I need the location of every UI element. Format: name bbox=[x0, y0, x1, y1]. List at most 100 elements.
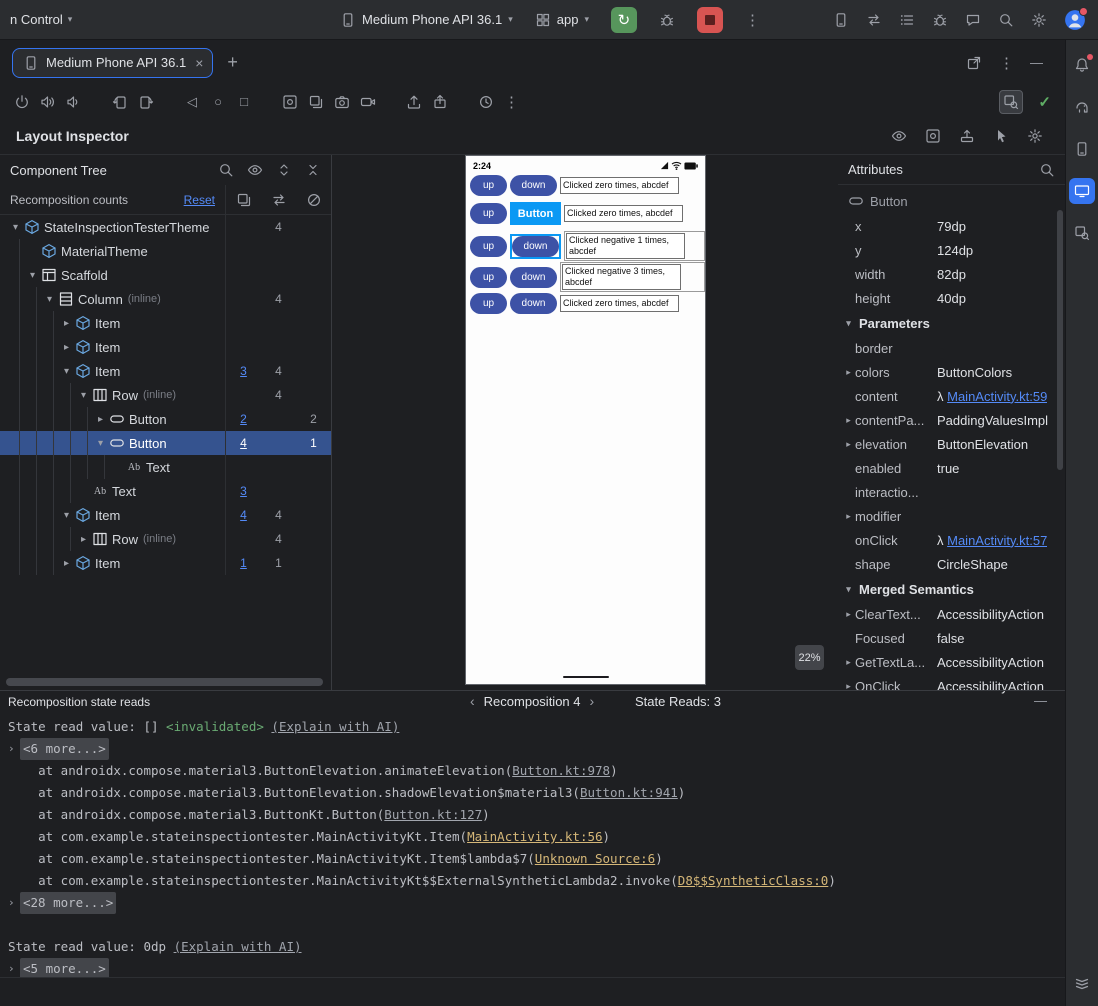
scrollbar-thumb[interactable] bbox=[6, 678, 323, 686]
expand-icon[interactable]: ▸ bbox=[842, 511, 855, 522]
tree-expander-icon[interactable]: ▾ bbox=[25, 270, 40, 281]
fold-summary[interactable]: <5 more...> bbox=[20, 958, 109, 977]
tree-node-column[interactable]: ▾ Column (inline) 4 bbox=[0, 287, 331, 311]
device-mirror-icon[interactable] bbox=[833, 12, 849, 28]
tree-node-text[interactable]: Ab Text bbox=[0, 455, 331, 479]
tree-node-stateinspectiontestertheme[interactable]: ▾ StateInspectionTesterTheme 4 bbox=[0, 215, 331, 239]
horizontal-scrollbar[interactable] bbox=[6, 678, 323, 686]
displays-icon[interactable] bbox=[308, 94, 324, 110]
more-run-options-icon[interactable]: ⋮ bbox=[745, 11, 760, 29]
up-button[interactable]: up bbox=[470, 175, 507, 196]
open-in-window-icon[interactable] bbox=[966, 55, 982, 71]
minimize-console-icon[interactable]: — bbox=[1034, 693, 1047, 708]
tree-expander-icon[interactable]: ▸ bbox=[59, 558, 74, 569]
expand-icon[interactable]: ▸ bbox=[842, 367, 855, 378]
console-link[interactable]: MainActivity.kt:56 bbox=[467, 829, 602, 844]
tree-expander-icon[interactable]: ▾ bbox=[42, 294, 57, 305]
console-link[interactable]: (Explain with AI) bbox=[271, 719, 399, 734]
tree-node-item[interactable]: ▸ Item bbox=[0, 311, 331, 335]
down-button[interactable]: down bbox=[510, 266, 557, 288]
fold-expand-icon[interactable]: › bbox=[8, 958, 20, 977]
next-recomposition-button[interactable]: › bbox=[590, 693, 595, 709]
checkmark-icon[interactable]: ✓ bbox=[1038, 93, 1051, 111]
counts-column-icon[interactable] bbox=[226, 192, 261, 208]
notifications-icon[interactable] bbox=[1069, 52, 1095, 78]
snapshot-mode-icon[interactable] bbox=[925, 128, 941, 144]
back-icon[interactable]: ◁ bbox=[184, 94, 200, 110]
down-button[interactable]: down bbox=[510, 175, 557, 196]
home-icon[interactable]: ○ bbox=[210, 94, 226, 109]
attributes-section-parameters[interactable]: ▾ Parameters bbox=[838, 310, 1065, 336]
rotate-left-icon[interactable] bbox=[112, 94, 128, 110]
attributes-scrollbar[interactable] bbox=[1057, 210, 1063, 470]
select-component-icon[interactable] bbox=[993, 128, 1009, 144]
skips-column-icon[interactable] bbox=[261, 192, 296, 208]
volume-down-icon[interactable] bbox=[66, 94, 82, 110]
add-device-tab-icon[interactable]: + bbox=[227, 52, 238, 73]
debug-button[interactable] bbox=[659, 12, 675, 28]
tree-expander-icon[interactable]: ▸ bbox=[76, 534, 91, 545]
expand-icon[interactable]: ▸ bbox=[842, 657, 855, 668]
module-selector[interactable]: app ▾ bbox=[535, 12, 589, 28]
recomposition-count-link[interactable]: 3 bbox=[226, 364, 261, 378]
tree-node-scaffold[interactable]: ▾ Scaffold bbox=[0, 263, 331, 287]
install-apk-icon[interactable] bbox=[406, 94, 422, 110]
tree-node-row[interactable]: ▾ Row (inline) 4 bbox=[0, 383, 331, 407]
tree-node-button[interactable]: ▸ Button 2 2 bbox=[0, 407, 331, 431]
live-updates-icon[interactable] bbox=[891, 128, 907, 144]
tree-expander-icon[interactable]: ▾ bbox=[8, 222, 23, 233]
expand-icon[interactable]: ▸ bbox=[842, 439, 855, 450]
source-link[interactable]: MainActivity.kt:59 bbox=[947, 389, 1047, 404]
tree-node-item[interactable]: ▸ Item 1 1 bbox=[0, 551, 331, 575]
tree-node-materialtheme[interactable]: MaterialTheme bbox=[0, 239, 331, 263]
power-icon[interactable] bbox=[14, 94, 30, 110]
tree-node-item[interactable]: ▾ Item 3 4 bbox=[0, 359, 331, 383]
screenshot-icon[interactable] bbox=[334, 94, 350, 110]
tree-expander-icon[interactable]: ▾ bbox=[76, 390, 91, 401]
reset-counts-link[interactable]: Reset bbox=[184, 193, 215, 207]
tree-node-text[interactable]: Ab Text 3 bbox=[0, 479, 331, 503]
up-button[interactable]: up bbox=[470, 293, 507, 314]
export-snapshot-icon[interactable] bbox=[959, 128, 975, 144]
sync-icon[interactable] bbox=[866, 12, 882, 28]
fold-expand-icon[interactable]: › bbox=[8, 738, 20, 760]
inspector-settings-icon[interactable] bbox=[1027, 128, 1043, 144]
expand-icon[interactable]: ▸ bbox=[842, 415, 855, 426]
console-link[interactable]: D8$$SyntheticClass:0 bbox=[678, 873, 829, 888]
down-button[interactable]: down bbox=[510, 293, 557, 314]
tree-expander-icon[interactable]: ▸ bbox=[59, 318, 74, 329]
layout-toggle-icon[interactable] bbox=[1069, 970, 1095, 996]
up-button[interactable]: up bbox=[470, 266, 507, 288]
collaborate-icon[interactable] bbox=[965, 12, 981, 28]
search-everywhere-icon[interactable] bbox=[998, 12, 1014, 28]
device-selector[interactable]: Medium Phone API 36.1 ▾ bbox=[340, 12, 513, 28]
view-options-icon[interactable] bbox=[247, 162, 263, 178]
app-inspection-icon[interactable] bbox=[1069, 220, 1095, 246]
tree-search-icon[interactable] bbox=[218, 162, 234, 178]
tree-expander-icon[interactable]: ▾ bbox=[59, 510, 74, 521]
device-screen[interactable]: 2:24 up down Clicked zero times, abcdef up B… bbox=[465, 155, 706, 685]
console-link[interactable]: Button.kt:941 bbox=[580, 785, 678, 800]
recomposition-count-link[interactable]: 4 bbox=[226, 508, 261, 522]
attributes-search-icon[interactable] bbox=[1039, 162, 1055, 178]
console-link[interactable]: Button.kt:127 bbox=[384, 807, 482, 822]
collapse-all-icon[interactable] bbox=[305, 162, 321, 178]
volume-up-icon[interactable] bbox=[40, 94, 56, 110]
running-devices-icon[interactable] bbox=[1069, 178, 1095, 204]
tree-node-button[interactable]: ▾ Button 4 1 bbox=[0, 431, 331, 455]
up-button[interactable]: up bbox=[470, 235, 507, 257]
stop-button[interactable] bbox=[696, 6, 723, 33]
rerun-app-button[interactable]: ↻ bbox=[610, 6, 637, 33]
recomposition-count-link[interactable]: 1 bbox=[226, 556, 261, 570]
tree-node-row[interactable]: ▸ Row (inline) 4 bbox=[0, 527, 331, 551]
settings-icon[interactable] bbox=[1031, 12, 1047, 28]
recomposition-count-link[interactable]: 3 bbox=[226, 484, 261, 498]
tree-expander-icon[interactable]: ▾ bbox=[93, 438, 108, 449]
console-link[interactable]: (Explain with AI) bbox=[174, 939, 302, 954]
tree-expander-icon[interactable]: ▸ bbox=[59, 342, 74, 353]
attributes-section-merged-semantics[interactable]: ▾ Merged Semantics bbox=[838, 576, 1065, 602]
up-button[interactable]: up bbox=[470, 203, 507, 224]
device-tab[interactable]: Medium Phone API 36.1 × bbox=[12, 47, 214, 78]
console-link[interactable]: Unknown Source:6 bbox=[535, 851, 655, 866]
fold-summary[interactable]: <28 more...> bbox=[20, 892, 117, 914]
